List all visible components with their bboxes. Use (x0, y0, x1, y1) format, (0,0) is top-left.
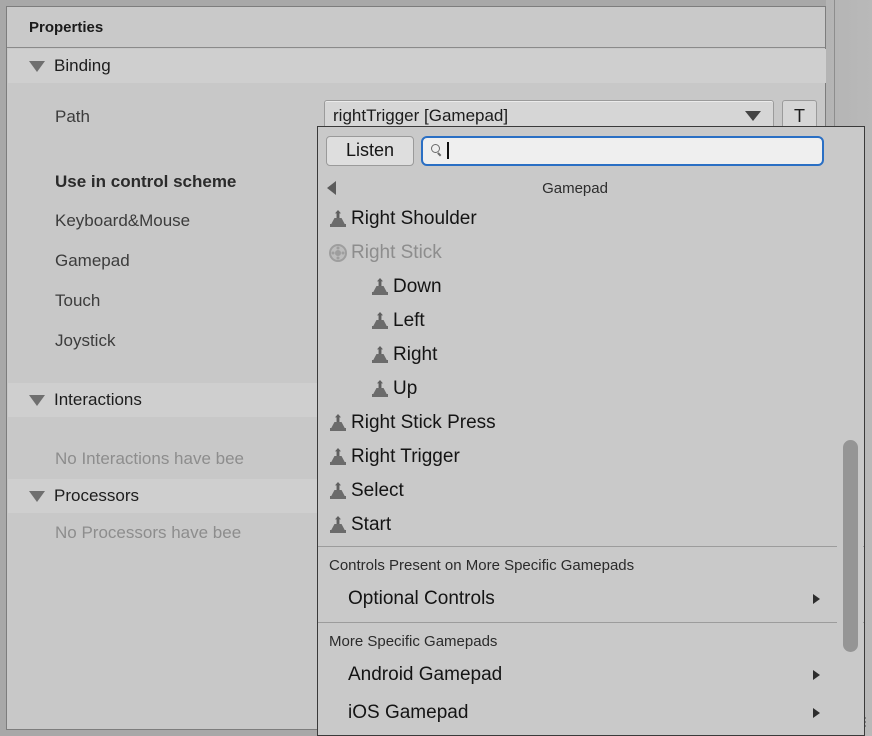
gamepad-button-icon (328, 515, 348, 535)
control-list-item[interactable]: Up (318, 372, 864, 406)
submenu-item[interactable]: Android Gamepad (318, 656, 864, 694)
interactions-empty-text: No Interactions have bee (55, 449, 244, 469)
popup-toolbar: Listen (318, 127, 864, 174)
foldout-interactions-label: Interactions (54, 390, 142, 410)
scheme-joystick[interactable]: Joystick (55, 331, 115, 351)
processors-empty-text: No Processors have bee (55, 523, 241, 543)
chevron-right-icon (813, 594, 820, 604)
list-divider (318, 622, 864, 623)
scrollbar-thumb[interactable] (843, 440, 858, 652)
foldout-binding[interactable]: Binding (8, 49, 826, 83)
gamepad-button-icon (328, 413, 348, 433)
scheme-keyboard-mouse[interactable]: Keyboard&Mouse (55, 211, 190, 231)
breadcrumb-title: Gamepad (542, 180, 608, 197)
control-list-item[interactable]: Start (318, 508, 864, 542)
gamepad-button-icon (370, 345, 390, 365)
control-list-item-label: Start (351, 514, 391, 536)
path-label: Path (55, 107, 90, 127)
control-list-item[interactable]: Left (318, 304, 864, 338)
chevron-down-icon (745, 111, 761, 121)
gamepad-button-icon (370, 311, 390, 331)
control-list-item[interactable]: Right Stick (318, 236, 864, 270)
triangle-down-icon (29, 61, 45, 72)
path-value: rightTrigger [Gamepad] (333, 106, 745, 126)
search-icon (429, 143, 444, 158)
gamepad-button-icon (370, 379, 390, 399)
gamepad-button-icon (328, 481, 348, 501)
control-list-item-label: Right Shoulder (351, 208, 477, 230)
list-divider (318, 546, 864, 547)
control-list-item-label: Right Stick Press (351, 412, 496, 434)
submenu-item[interactable]: Optional Controls (318, 580, 864, 618)
page-title: Properties (29, 19, 103, 36)
triangle-down-icon (29, 491, 45, 502)
control-list-item-label: Left (393, 310, 425, 332)
control-list-item[interactable]: Right Stick Press (318, 406, 864, 440)
submenu-item-label: Android Gamepad (348, 664, 502, 686)
control-list-item-label: Right Trigger (351, 446, 460, 468)
control-list-item-label: Down (393, 276, 442, 298)
listen-button[interactable]: Listen (326, 136, 414, 166)
chevron-right-icon (813, 708, 820, 718)
search-input[interactable] (449, 142, 817, 159)
group-header: Controls Present on More Specific Gamepa… (318, 550, 864, 580)
group-header: More Specific Gamepads (318, 626, 864, 656)
gamepad-button-icon (328, 209, 348, 229)
triangle-down-icon (29, 395, 45, 406)
chevron-right-icon (813, 670, 820, 680)
gamepad-stick-icon (328, 243, 348, 263)
control-list-item[interactable]: Right (318, 338, 864, 372)
submenu-item[interactable]: iOS Gamepad (318, 694, 864, 732)
back-arrow-icon[interactable] (327, 181, 336, 195)
scheme-gamepad[interactable]: Gamepad (55, 251, 130, 271)
control-list-item[interactable]: Right Shoulder (318, 202, 864, 236)
control-list-item[interactable]: Select (318, 474, 864, 508)
properties-header: Properties (7, 7, 825, 48)
scheme-touch[interactable]: Touch (55, 291, 100, 311)
control-list-item-label: Right (393, 344, 437, 366)
popup-vertical-scrollbar[interactable] (837, 128, 863, 736)
breadcrumb[interactable]: Gamepad (318, 174, 864, 202)
control-list-item-label: Select (351, 480, 404, 502)
control-scheme-label: Use in control scheme (55, 172, 236, 192)
foldout-binding-label: Binding (54, 56, 111, 76)
control-list-item[interactable]: Down (318, 270, 864, 304)
control-list-item-label: Up (393, 378, 417, 400)
search-field[interactable] (421, 136, 824, 166)
control-list-item-label: Right Stick (351, 242, 442, 264)
gamepad-button-icon (370, 277, 390, 297)
control-list-item[interactable]: Right Trigger (318, 440, 864, 474)
control-list: Right Shoulder Right Stick Down Left Right Up… (318, 202, 864, 732)
submenu-item-label: iOS Gamepad (348, 702, 468, 724)
submenu-item-label: Optional Controls (348, 588, 495, 610)
unity-inspector-screen: Properties Binding Path rightTrigger [Ga… (0, 0, 872, 736)
foldout-processors-label: Processors (54, 486, 139, 506)
control-path-picker-popup: Listen Gamepad Right Shoulder Right Stick… (317, 126, 865, 736)
gamepad-button-icon (328, 447, 348, 467)
